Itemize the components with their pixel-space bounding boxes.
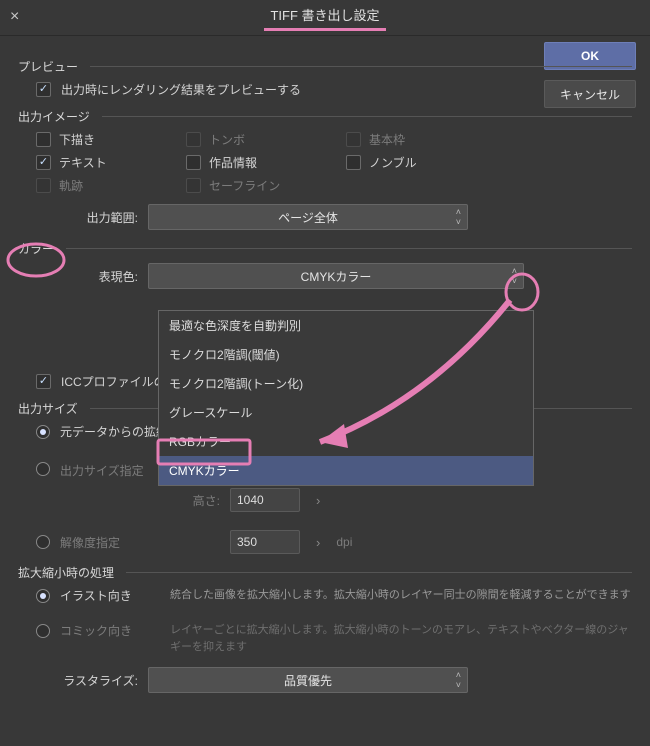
radio-res-spec[interactable] — [36, 535, 50, 549]
expression-color-label: 表現色: — [18, 268, 148, 285]
radio-illust[interactable] — [36, 589, 50, 603]
illust-desc: 統合した画像を拡大縮小します。拡大縮小時のレイヤー同士の隙間を軽減することができ… — [170, 587, 632, 604]
chevron-right-icon[interactable]: › — [310, 493, 326, 508]
chk-track — [36, 178, 51, 193]
section-scaling: 拡大縮小時の処理 — [18, 564, 632, 581]
section-color: カラー — [18, 240, 632, 257]
dropdown-item-selected[interactable]: CMYKカラー — [159, 456, 533, 485]
icc-label: ICCプロファイルの — [61, 373, 166, 390]
radio-comic[interactable] — [36, 624, 50, 638]
chevron-updown-icon: ˄˅ — [456, 207, 461, 227]
chevron-right-icon[interactable]: › — [310, 535, 326, 550]
close-button[interactable]: × — [10, 8, 28, 26]
rasterize-select[interactable]: 品質優先 ˄˅ — [148, 667, 468, 693]
chk-nombre[interactable] — [346, 155, 361, 170]
dialog-title: TIFF 書き出し設定 — [264, 5, 385, 31]
expression-color-dropdown[interactable]: 最適な色深度を自動判別 モノクロ2階調(閾値) モノクロ2階調(トーン化) グレ… — [158, 310, 534, 486]
chk-tombo — [186, 132, 201, 147]
rasterize-label: ラスタライズ: — [18, 672, 148, 689]
chk-basic-frame — [346, 132, 361, 147]
chevron-updown-icon: ˄˅ — [456, 670, 461, 690]
res-input[interactable]: 350 — [230, 530, 300, 554]
dropdown-item[interactable]: グレースケール — [159, 398, 533, 427]
dropdown-item[interactable]: モノクロ2階調(トーン化) — [159, 369, 533, 398]
height-input[interactable]: 1040 — [230, 488, 300, 512]
preview-checkbox-label: 出力時にレンダリング結果をプレビューする — [61, 81, 301, 98]
chk-draft[interactable] — [36, 132, 51, 147]
section-output-image: 出力イメージ — [18, 108, 632, 125]
comic-desc: レイヤーごとに拡大縮小します。拡大縮小時のトーンのモアレ、テキストやベクター線の… — [170, 622, 632, 655]
chk-text[interactable] — [36, 155, 51, 170]
output-range-select[interactable]: ページ全体 ˄˅ — [148, 204, 468, 230]
chevron-updown-icon: ˄˅ — [512, 266, 517, 286]
chk-safeline — [186, 178, 201, 193]
section-preview: プレビュー — [18, 58, 632, 75]
preview-checkbox[interactable] — [36, 82, 51, 97]
expression-color-select[interactable]: CMYKカラー ˄˅ — [148, 263, 524, 289]
chk-work-info[interactable] — [186, 155, 201, 170]
dropdown-item[interactable]: 最適な色深度を自動判別 — [159, 311, 533, 340]
output-range-label: 出力範囲: — [18, 209, 148, 226]
radio-from-source[interactable] — [36, 425, 50, 439]
radio-size-spec[interactable] — [36, 462, 50, 476]
dropdown-item[interactable]: RGBカラー — [159, 427, 533, 456]
icc-checkbox[interactable] — [36, 374, 51, 389]
dropdown-item[interactable]: モノクロ2階調(閾値) — [159, 340, 533, 369]
